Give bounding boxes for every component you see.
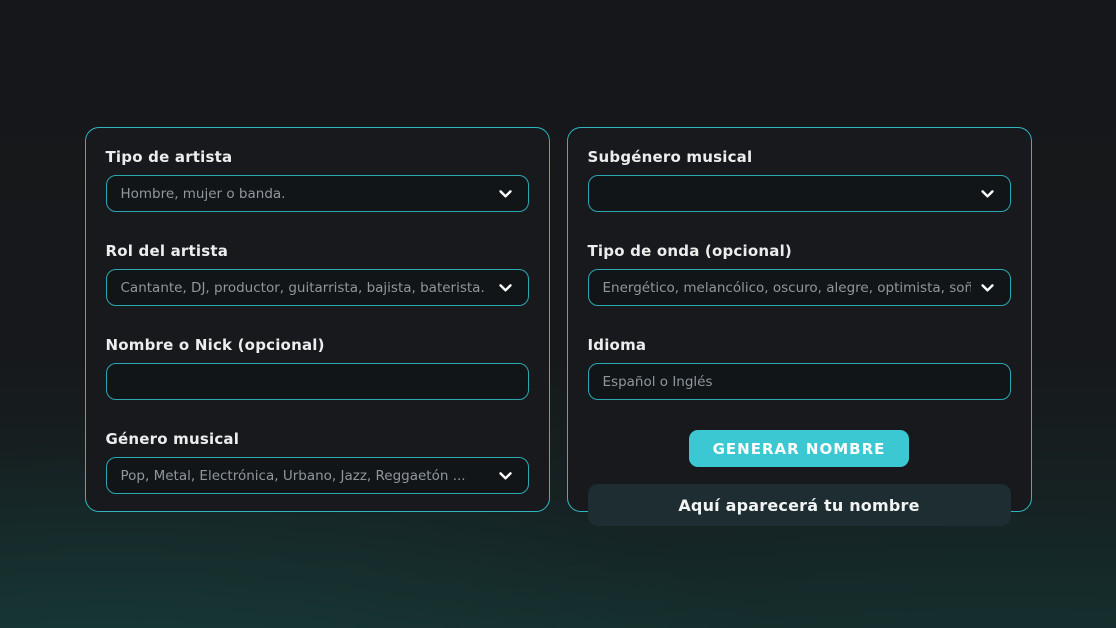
left-form-panel: Tipo de artista Hombre, mujer o banda. R… xyxy=(85,127,550,512)
genre-label: Género musical xyxy=(106,430,529,449)
artist-type-select[interactable]: Hombre, mujer o banda. xyxy=(106,175,529,212)
generate-name-button[interactable]: GENERAR NOMBRE xyxy=(689,430,910,467)
artist-role-label: Rol del artista xyxy=(106,242,529,261)
chevron-down-icon xyxy=(497,467,514,484)
name-nick-label: Nombre o Nick (opcional) xyxy=(106,336,529,355)
chevron-down-icon xyxy=(497,279,514,296)
language-field-box xyxy=(588,363,1011,400)
artist-type-label: Tipo de artista xyxy=(106,148,529,167)
subgenre-label: Subgénero musical xyxy=(588,148,1011,167)
language-label: Idioma xyxy=(588,336,1011,355)
chevron-down-icon xyxy=(979,279,996,296)
artist-role-placeholder: Cantante, DJ, productor, guitarrista, ba… xyxy=(121,280,489,296)
artist-type-placeholder: Hombre, mujer o banda. xyxy=(121,186,489,202)
vibe-placeholder: Energético, melancólico, oscuro, alegre,… xyxy=(603,280,971,296)
artist-role-select[interactable]: Cantante, DJ, productor, guitarrista, ba… xyxy=(106,269,529,306)
name-nick-field-box xyxy=(106,363,529,400)
vibe-label: Tipo de onda (opcional) xyxy=(588,242,1011,261)
vibe-select[interactable]: Energético, melancólico, oscuro, alegre,… xyxy=(588,269,1011,306)
language-input[interactable] xyxy=(603,374,996,390)
form-stage: Tipo de artista Hombre, mujer o banda. R… xyxy=(0,0,1116,512)
generated-name-result: Aquí aparecerá tu nombre xyxy=(588,484,1011,526)
chevron-down-icon xyxy=(979,185,996,202)
chevron-down-icon xyxy=(497,185,514,202)
subgenre-select[interactable] xyxy=(588,175,1011,212)
right-form-panel: Subgénero musical Tipo de onda (opcional… xyxy=(567,127,1032,512)
generate-button-row: GENERAR NOMBRE xyxy=(588,430,1011,467)
genre-placeholder: Pop, Metal, Electrónica, Urbano, Jazz, R… xyxy=(121,468,489,484)
genre-select[interactable]: Pop, Metal, Electrónica, Urbano, Jazz, R… xyxy=(106,457,529,494)
name-nick-input[interactable] xyxy=(121,374,514,390)
